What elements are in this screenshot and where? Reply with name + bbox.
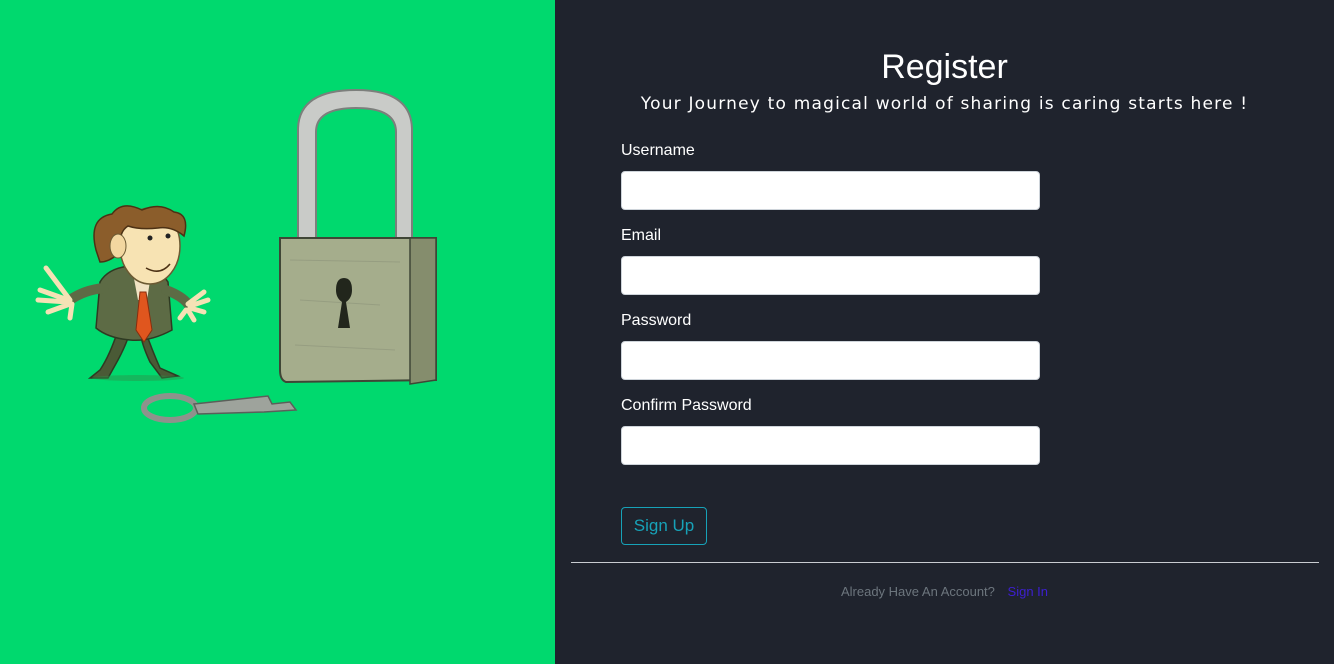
confirm-password-label: Confirm Password [621, 397, 752, 414]
username-label: Username [621, 142, 695, 159]
padlock-icon [279, 88, 437, 385]
username-field-group: Username [621, 142, 1040, 210]
illustration-panel [0, 0, 555, 664]
sign-in-link[interactable]: Sign In [1008, 584, 1048, 599]
register-form: Username Email Password Confirm Password [621, 142, 1040, 482]
password-label: Password [621, 312, 692, 329]
username-input[interactable] [621, 171, 1040, 210]
character-icon [35, 205, 211, 381]
email-input[interactable] [621, 256, 1040, 295]
padlock-illustration [35, 88, 437, 423]
password-field-group: Password [621, 312, 1040, 380]
confirm-password-field-group: Confirm Password [621, 397, 1040, 465]
confirm-password-input[interactable] [621, 426, 1040, 465]
already-have-account-text: Already Have An Account? [840, 584, 995, 599]
footer: Already Have An Account? Sign In [555, 584, 1334, 599]
email-field-group: Email [621, 227, 1040, 295]
divider [571, 562, 1319, 563]
sign-up-button[interactable]: Sign Up [621, 507, 707, 545]
page-subtitle: Your Journey to magical world of sharing… [640, 94, 1249, 114]
email-label: Email [621, 227, 662, 244]
key-icon [141, 393, 298, 423]
password-input[interactable] [621, 341, 1040, 380]
register-panel: Register Your Journey to magical world o… [555, 0, 1334, 664]
page-title: Register [881, 48, 1008, 86]
